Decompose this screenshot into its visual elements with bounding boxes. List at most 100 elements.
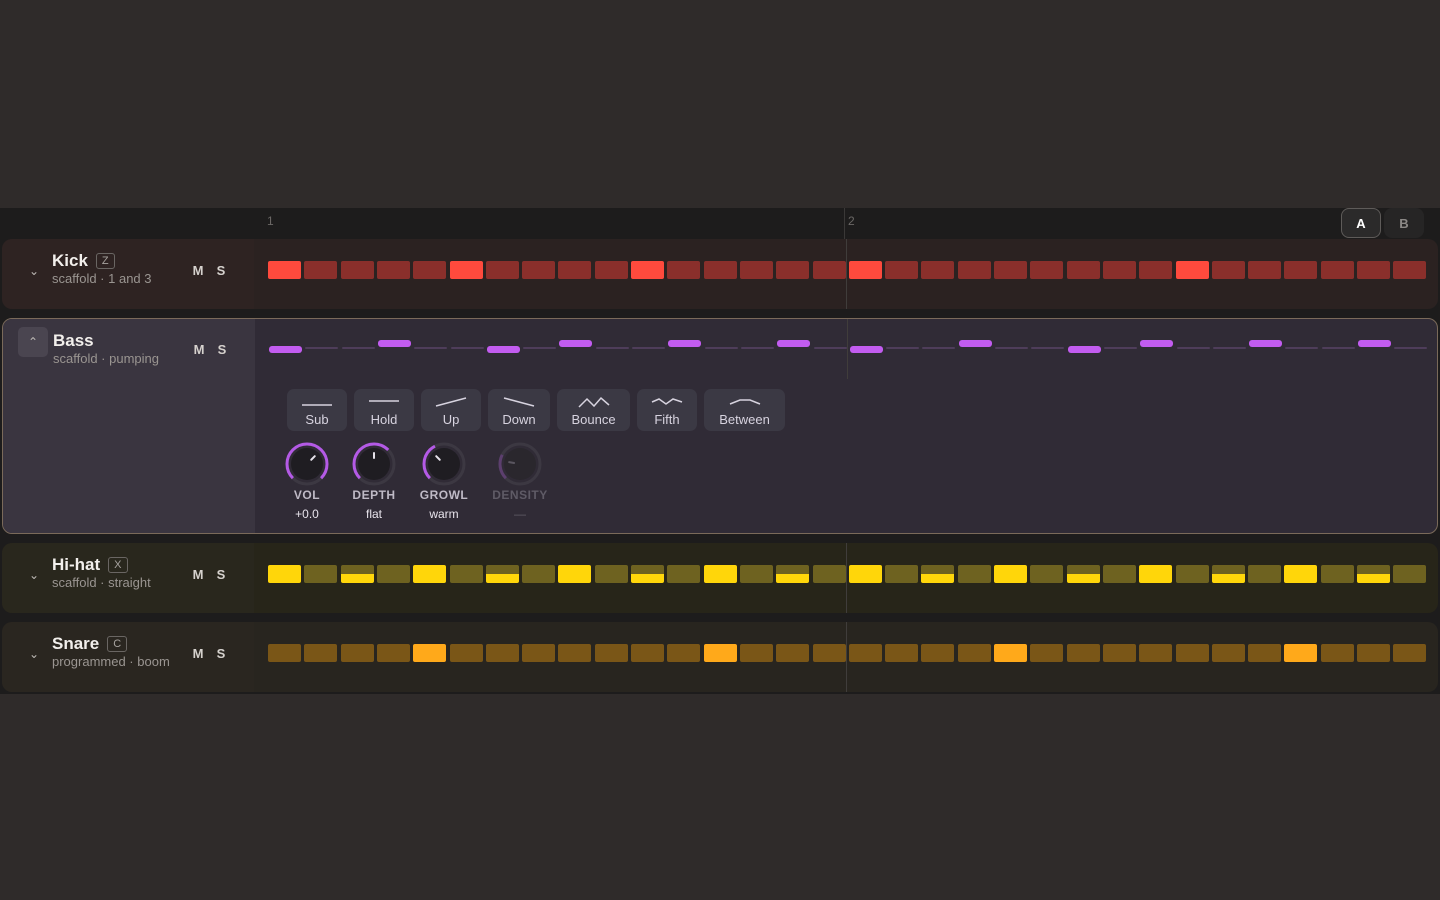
step-cell[interactable]	[304, 261, 338, 279]
bass-note[interactable]	[1067, 346, 1101, 353]
step-cell[interactable]	[957, 261, 991, 279]
bass-note-empty[interactable]	[595, 347, 629, 349]
step-cell[interactable]	[558, 261, 592, 279]
step-cell[interactable]	[1248, 565, 1282, 583]
step-cell[interactable]	[703, 644, 737, 662]
step-cell[interactable]	[631, 261, 664, 279]
step-cell[interactable]	[1393, 644, 1427, 662]
bass-note-empty[interactable]	[414, 347, 448, 349]
step-cell[interactable]	[376, 565, 410, 583]
step-cell[interactable]	[1284, 565, 1318, 583]
bass-note[interactable]	[1140, 340, 1174, 347]
step-cell[interactable]	[449, 565, 483, 583]
step-cell[interactable]	[1211, 261, 1245, 279]
step-cell[interactable]	[558, 565, 592, 583]
step-cell[interactable]	[848, 644, 882, 662]
bass-note-empty[interactable]	[740, 347, 774, 349]
step-cell[interactable]	[522, 261, 556, 279]
step-cell[interactable]	[594, 644, 628, 662]
step-cell[interactable]	[413, 644, 447, 662]
bass-note[interactable]	[486, 346, 520, 353]
step-cell[interactable]	[667, 565, 701, 583]
step-cell[interactable]	[631, 644, 664, 662]
bass-note-empty[interactable]	[341, 347, 375, 349]
solo-button[interactable]: S	[211, 260, 231, 280]
bass-note[interactable]	[559, 340, 593, 347]
step-cell[interactable]	[1393, 565, 1427, 583]
step-cell[interactable]	[885, 565, 919, 583]
step-cell[interactable]	[739, 261, 773, 279]
step-cell[interactable]	[776, 644, 810, 662]
step-cell[interactable]	[376, 644, 410, 662]
step-cell[interactable]	[1030, 261, 1064, 279]
step-cell[interactable]	[885, 644, 919, 662]
chevron-down-icon[interactable]: ⌄	[24, 565, 44, 585]
step-cell[interactable]	[1357, 565, 1390, 583]
step-cell[interactable]	[485, 261, 519, 279]
step-cell[interactable]	[812, 644, 846, 662]
step-cell[interactable]	[703, 565, 737, 583]
bass-note-empty[interactable]	[1176, 347, 1210, 349]
mute-button[interactable]: M	[188, 643, 208, 663]
bass-note[interactable]	[958, 340, 992, 347]
step-cell[interactable]	[848, 565, 882, 583]
step-cell[interactable]	[449, 261, 483, 279]
step-cell[interactable]	[268, 261, 301, 279]
bass-note-empty[interactable]	[450, 347, 484, 349]
step-cell[interactable]	[631, 565, 664, 583]
step-cell[interactable]	[340, 644, 374, 662]
bass-note[interactable]	[668, 340, 702, 347]
step-cell[interactable]	[268, 644, 301, 662]
bass-note-empty[interactable]	[305, 347, 339, 349]
step-cell[interactable]	[1139, 644, 1173, 662]
step-cell[interactable]	[1211, 644, 1245, 662]
shape-sub-button[interactable]: Sub	[287, 389, 347, 431]
step-cell[interactable]	[304, 644, 338, 662]
step-cell[interactable]	[376, 261, 410, 279]
bass-note-empty[interactable]	[813, 347, 847, 349]
step-cell[interactable]	[1066, 565, 1100, 583]
bass-note[interactable]	[377, 340, 411, 347]
step-cell[interactable]	[776, 261, 810, 279]
step-cell[interactable]	[667, 644, 701, 662]
knob-vol[interactable]	[284, 441, 330, 487]
step-cell[interactable]	[522, 565, 556, 583]
step-cell[interactable]	[1175, 261, 1209, 279]
step-cell[interactable]	[340, 565, 374, 583]
shape-between-button[interactable]: Between	[704, 389, 785, 431]
step-cell[interactable]	[485, 644, 519, 662]
step-cell[interactable]	[1211, 565, 1245, 583]
chevron-down-icon[interactable]: ⌄	[24, 644, 44, 664]
step-cell[interactable]	[522, 644, 556, 662]
bass-note-empty[interactable]	[886, 347, 920, 349]
step-cell[interactable]	[812, 261, 846, 279]
bass-note[interactable]	[269, 346, 302, 353]
step-cell[interactable]	[594, 565, 628, 583]
bass-note-empty[interactable]	[632, 347, 665, 349]
step-cell[interactable]	[994, 644, 1027, 662]
step-cell[interactable]	[1175, 565, 1209, 583]
step-cell[interactable]	[848, 261, 882, 279]
step-cell[interactable]	[957, 565, 991, 583]
solo-button[interactable]: S	[211, 643, 231, 663]
step-cell[interactable]	[703, 261, 737, 279]
solo-button[interactable]: S	[212, 339, 232, 359]
step-cell[interactable]	[1102, 261, 1136, 279]
bass-note-empty[interactable]	[523, 347, 557, 349]
step-cell[interactable]	[776, 565, 810, 583]
step-cell[interactable]	[485, 565, 519, 583]
step-cell[interactable]	[1139, 565, 1173, 583]
step-cell[interactable]	[594, 261, 628, 279]
mute-button[interactable]: M	[188, 564, 208, 584]
pattern-a-button[interactable]: A	[1341, 208, 1381, 238]
bass-note[interactable]	[777, 340, 811, 347]
bass-note-empty[interactable]	[1031, 347, 1065, 349]
step-cell[interactable]	[1284, 644, 1318, 662]
bass-note-empty[interactable]	[1321, 347, 1355, 349]
step-cell[interactable]	[1066, 644, 1100, 662]
step-cell[interactable]	[1248, 644, 1282, 662]
chevron-down-icon[interactable]: ⌄	[24, 261, 44, 281]
pattern-b-button[interactable]: B	[1384, 208, 1424, 238]
bass-note[interactable]	[849, 346, 883, 353]
step-cell[interactable]	[1102, 644, 1136, 662]
